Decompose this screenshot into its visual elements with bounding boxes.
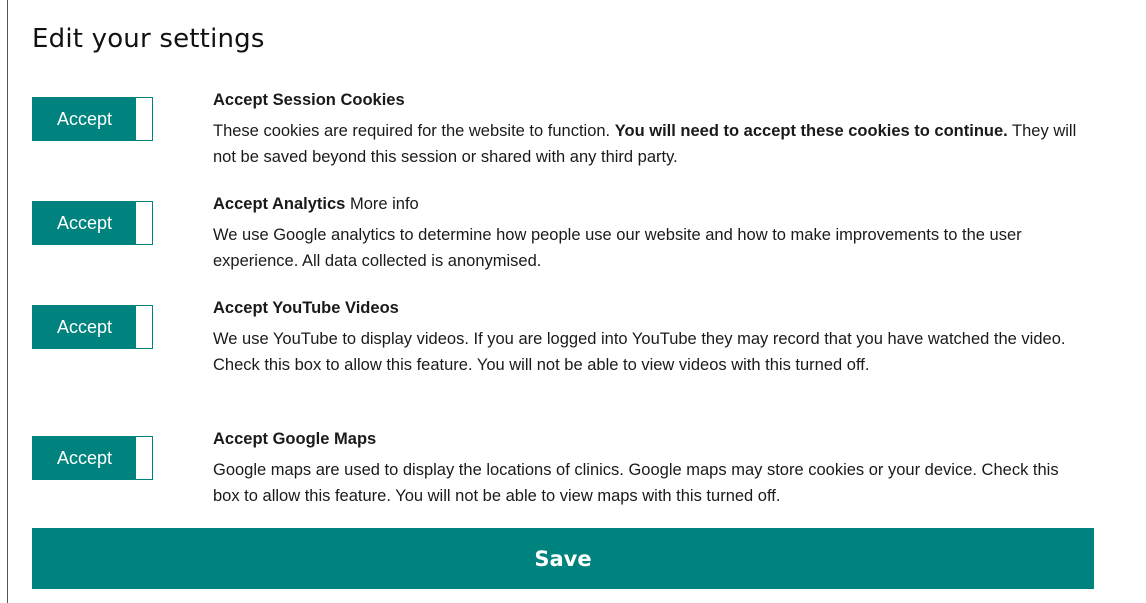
left-border-line	[7, 0, 8, 603]
google-maps-toggle[interactable]: Accept	[32, 436, 153, 480]
session-cookies-toggle[interactable]: Accept	[32, 97, 153, 141]
toggle-knob	[136, 437, 152, 479]
more-info-link[interactable]: More info	[350, 195, 419, 213]
setting-description: We use YouTube to display videos. If you…	[213, 330, 1066, 374]
analytics-toggle[interactable]: Accept	[32, 201, 153, 245]
setting-text: Accept Google Maps Google maps are used …	[213, 429, 1083, 509]
setting-text: Accept YouTube Videos We use YouTube to …	[213, 298, 1083, 378]
page-title: Edit your settings	[32, 24, 265, 54]
setting-description: These cookies are required for the websi…	[213, 118, 1083, 170]
youtube-toggle[interactable]: Accept	[32, 305, 153, 349]
cookie-settings-panel: Edit your settings Accept Accept Session…	[32, 0, 1094, 603]
setting-title: Accept Analytics	[213, 195, 346, 213]
save-button[interactable]: Save	[32, 528, 1094, 589]
description-text: These cookies are required for the websi…	[213, 122, 615, 140]
setting-heading: Accept Analytics More info	[213, 194, 1083, 214]
setting-text: Accept Analytics More info We use Google…	[213, 194, 1083, 274]
setting-heading: Accept YouTube Videos	[213, 298, 1083, 318]
toggle-label: Accept	[33, 202, 136, 244]
setting-title: Accept Session Cookies	[213, 91, 405, 109]
toggle-label: Accept	[33, 306, 136, 348]
description-emphasis: You will need to accept these cookies to…	[614, 122, 1008, 140]
toggle-label: Accept	[33, 98, 136, 140]
setting-title: Accept Google Maps	[213, 430, 377, 448]
toggle-knob	[136, 306, 152, 348]
setting-text: Accept Session Cookies These cookies are…	[213, 90, 1083, 170]
toggle-knob	[136, 98, 152, 140]
setting-heading: Accept Google Maps	[213, 429, 1083, 449]
setting-description: We use Google analytics to determine how…	[213, 226, 1022, 270]
toggle-label: Accept	[33, 437, 136, 479]
setting-heading: Accept Session Cookies	[213, 90, 1083, 110]
toggle-knob	[136, 202, 152, 244]
setting-description: Google maps are used to display the loca…	[213, 461, 1059, 505]
setting-title: Accept YouTube Videos	[213, 299, 399, 317]
